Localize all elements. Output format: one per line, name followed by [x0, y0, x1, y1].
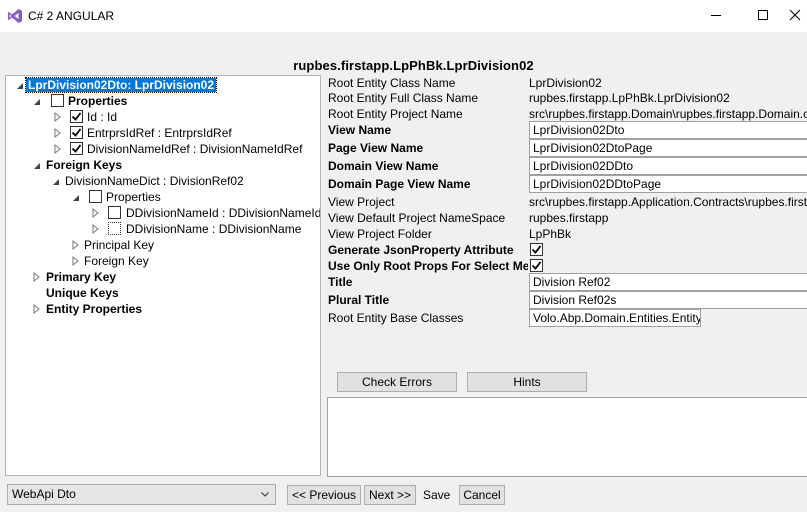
view-name-input[interactable]: LprDivision02Dto — [529, 121, 807, 139]
use-root-props-label: Use Only Root Props For Select Met — [328, 259, 528, 273]
checkmark-icon — [71, 144, 82, 153]
view-default-namespace-value: rupbes.firstapp — [529, 211, 609, 225]
chevron-down-icon — [261, 492, 269, 497]
tree-node-ddivision-name[interactable]: DDivisionName : DDivisionName — [126, 221, 301, 237]
title-label: Title — [328, 275, 353, 289]
root-entity-full-class-name-value: rupbes.firstapp.LpPhBk.LprDivision02 — [529, 91, 730, 105]
root-entity-base-classes-input[interactable]: Volo.Abp.Domain.Entities.Entity — [529, 309, 701, 327]
collapsed-arrow-icon[interactable] — [91, 208, 101, 218]
view-project-label: View Project — [328, 195, 395, 209]
close-button[interactable] — [787, 0, 807, 30]
maximize-icon — [758, 10, 768, 20]
check-errors-button[interactable]: Check Errors — [337, 372, 457, 392]
tree-node-sub-foreign-key[interactable]: Foreign Key — [84, 253, 149, 269]
minimize-button[interactable] — [693, 0, 739, 30]
root-entity-class-name-label: Root Entity Class Name — [328, 76, 456, 90]
save-button[interactable]: Save — [423, 488, 450, 502]
root-entity-project-name-label: Root Entity Project Name — [328, 107, 463, 121]
tree-node-foreign-keys[interactable]: Foreign Keys — [46, 157, 122, 173]
tree-node-id[interactable]: Id : Id — [87, 109, 117, 125]
generate-json-label: Generate JsonProperty Attribute — [328, 243, 514, 257]
root-entity-class-name-value: LprDivision02 — [529, 76, 602, 90]
mode-select-value: WebApi Dto — [12, 487, 76, 501]
page-view-name-input[interactable]: LprDivision02DtoPage — [529, 139, 807, 157]
tree-node-division-dict[interactable]: DivisionNameDict : DivisionRef02 — [65, 173, 244, 189]
visual-studio-icon — [8, 9, 22, 23]
domain-view-name-label: Domain View Name — [328, 159, 439, 173]
tree-node-principal-key[interactable]: Principal Key — [84, 237, 154, 253]
properties-checkbox[interactable] — [51, 94, 64, 107]
view-default-namespace-label: View Default Project NameSpace — [328, 211, 506, 225]
tree-node-unique-keys[interactable]: Unique Keys — [46, 285, 119, 301]
ddivision-id-checkbox[interactable] — [108, 206, 121, 219]
checkmark-icon — [71, 128, 82, 137]
plural-title-input[interactable]: Division Ref02s — [529, 291, 807, 309]
errors-output-area[interactable] — [327, 397, 807, 477]
expanded-arrow-icon[interactable] — [32, 161, 42, 171]
maximize-button[interactable] — [740, 0, 786, 30]
tree-node-sub-properties[interactable]: Properties — [106, 189, 161, 205]
page-view-name-label: Page View Name — [328, 141, 424, 155]
collapsed-arrow-icon[interactable] — [71, 240, 81, 250]
cancel-button[interactable]: Cancel — [459, 485, 505, 505]
root-entity-full-class-name-label: Root Entity Full Class Name — [328, 91, 479, 105]
window-title: C# 2 ANGULAR — [28, 9, 115, 23]
previous-button[interactable]: << Previous — [287, 485, 361, 505]
checkmark-icon — [531, 245, 542, 254]
collapsed-arrow-icon[interactable] — [32, 304, 42, 314]
view-project-folder-label: View Project Folder — [328, 227, 432, 241]
tree-node-division-name[interactable]: DivisionNameIdRef : DivisionNameIdRef — [87, 141, 302, 157]
tree-node-ddivision-id[interactable]: DDivisionNameId : DDivisionNameId — [126, 205, 320, 221]
use-root-props-checkbox[interactable] — [530, 259, 543, 272]
collapsed-arrow-icon[interactable] — [71, 256, 81, 266]
checkmark-icon — [531, 261, 542, 270]
expanded-arrow-icon[interactable] — [32, 97, 42, 107]
plural-title-label: Plural Title — [328, 293, 390, 307]
domain-page-view-name-input[interactable]: LprDivision02DDtoPage — [529, 175, 807, 193]
close-icon — [789, 9, 801, 21]
root-entity-project-name-value: src\rupbes.firstapp.Domain\rupbes.firsta… — [529, 107, 807, 121]
tree-node-properties[interactable]: Properties — [68, 93, 127, 109]
sub-properties-checkbox[interactable] — [89, 190, 102, 203]
view-project-value: src\rupbes.firstapp.Application.Contract… — [529, 195, 807, 209]
domain-view-name-input[interactable]: LprDivision02DDto — [529, 157, 807, 175]
tree-node-root-label: LprDivision02Dto: LprDivision02 — [24, 77, 218, 93]
tree-node-entrprs[interactable]: EntrprsIdRef : EntrprsIdRef — [87, 125, 232, 141]
mode-select[interactable]: WebApi Dto — [7, 484, 276, 505]
expanded-arrow-icon[interactable] — [51, 177, 61, 187]
checkmark-icon — [71, 112, 82, 121]
collapsed-arrow-icon[interactable] — [91, 224, 101, 234]
collapsed-arrow-icon[interactable] — [53, 144, 63, 154]
ddivision-name-checkbox[interactable] — [108, 222, 121, 235]
view-name-label: View Name — [328, 123, 392, 137]
collapsed-arrow-icon[interactable] — [32, 272, 42, 282]
hints-button[interactable]: Hints — [467, 372, 587, 392]
tree-node-root[interactable]: LprDivision02Dto: LprDivision02 — [24, 77, 218, 93]
title-bar: C# 2 ANGULAR — [0, 0, 807, 32]
domain-page-view-name-label: Domain Page View Name — [328, 177, 471, 191]
collapsed-arrow-icon[interactable] — [53, 128, 63, 138]
tree-node-primary-key[interactable]: Primary Key — [46, 269, 116, 285]
expanded-arrow-icon[interactable] — [15, 81, 25, 91]
entity-tree[interactable]: LprDivision02Dto: LprDivision02 Properti… — [5, 75, 321, 476]
view-project-folder-value: LpPhBk — [529, 227, 572, 241]
id-checkbox[interactable] — [70, 110, 83, 123]
minimize-icon — [711, 15, 721, 16]
entrprs-checkbox[interactable] — [70, 126, 83, 139]
title-input[interactable]: Division Ref02 — [529, 273, 807, 291]
collapsed-arrow-icon[interactable] — [53, 112, 63, 122]
next-button[interactable]: Next >> — [364, 485, 416, 505]
generate-json-checkbox[interactable] — [530, 243, 543, 256]
expanded-arrow-icon[interactable] — [71, 193, 81, 203]
root-entity-base-classes-label: Root Entity Base Classes — [328, 311, 464, 325]
tree-node-entity-properties[interactable]: Entity Properties — [46, 301, 142, 317]
division-name-checkbox[interactable] — [70, 142, 83, 155]
page-title: rupbes.firstapp.LpPhBk.LprDivision02 — [293, 58, 534, 73]
